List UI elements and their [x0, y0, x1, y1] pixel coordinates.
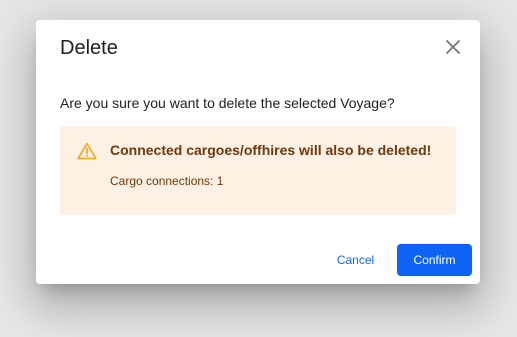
dialog-message: Are you sure you want to delete the sele… — [60, 95, 395, 111]
close-icon — [446, 40, 460, 54]
confirm-button[interactable]: Confirm — [397, 244, 472, 276]
warning-box: Connected cargoes/offhires will also be … — [60, 126, 456, 215]
dialog-title: Delete — [60, 37, 118, 59]
delete-dialog: Delete Are you sure you want to delete t… — [36, 20, 480, 284]
cargo-connections-count: Cargo connections: 1 — [110, 174, 224, 188]
close-button[interactable] — [442, 36, 464, 58]
warning-title: Connected cargoes/offhires will also be … — [110, 142, 432, 158]
warning-triangle-icon — [77, 142, 97, 160]
cancel-button[interactable]: Cancel — [328, 244, 383, 276]
